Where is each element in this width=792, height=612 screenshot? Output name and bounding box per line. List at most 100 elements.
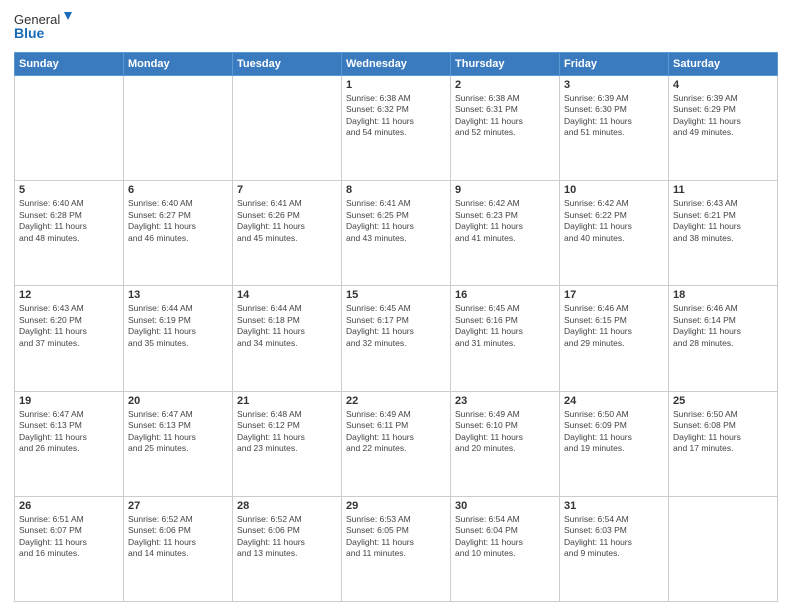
day-number: 23 bbox=[455, 395, 555, 407]
day-info: Sunrise: 6:52 AM Sunset: 6:06 PM Dayligh… bbox=[128, 514, 228, 560]
day-info: Sunrise: 6:40 AM Sunset: 6:28 PM Dayligh… bbox=[19, 198, 119, 244]
day-number: 17 bbox=[564, 289, 664, 301]
day-number: 4 bbox=[673, 79, 773, 91]
day-number: 26 bbox=[19, 500, 119, 512]
calendar-cell bbox=[124, 76, 233, 181]
day-info: Sunrise: 6:38 AM Sunset: 6:31 PM Dayligh… bbox=[455, 93, 555, 139]
day-info: Sunrise: 6:46 AM Sunset: 6:15 PM Dayligh… bbox=[564, 303, 664, 349]
calendar-cell: 3 Sunrise: 6:39 AM Sunset: 6:30 PM Daylig… bbox=[560, 76, 669, 181]
calendar-cell: 4 Sunrise: 6:39 AM Sunset: 6:29 PM Daylig… bbox=[669, 76, 778, 181]
calendar-cell: 1 Sunrise: 6:38 AM Sunset: 6:32 PM Daylig… bbox=[342, 76, 451, 181]
day-number: 12 bbox=[19, 289, 119, 301]
calendar-cell: 31 Sunrise: 6:54 AM Sunset: 6:03 PM Dayli… bbox=[560, 496, 669, 601]
day-number: 24 bbox=[564, 395, 664, 407]
day-info: Sunrise: 6:52 AM Sunset: 6:06 PM Dayligh… bbox=[237, 514, 337, 560]
day-number: 31 bbox=[564, 500, 664, 512]
calendar-cell bbox=[15, 76, 124, 181]
day-number: 16 bbox=[455, 289, 555, 301]
day-number: 28 bbox=[237, 500, 337, 512]
day-info: Sunrise: 6:40 AM Sunset: 6:27 PM Dayligh… bbox=[128, 198, 228, 244]
day-info: Sunrise: 6:46 AM Sunset: 6:14 PM Dayligh… bbox=[673, 303, 773, 349]
calendar-cell: 26 Sunrise: 6:51 AM Sunset: 6:07 PM Dayli… bbox=[15, 496, 124, 601]
day-info: Sunrise: 6:44 AM Sunset: 6:19 PM Dayligh… bbox=[128, 303, 228, 349]
weekday-header-friday: Friday bbox=[560, 53, 669, 76]
day-number: 30 bbox=[455, 500, 555, 512]
calendar-cell: 14 Sunrise: 6:44 AM Sunset: 6:18 PM Dayli… bbox=[233, 286, 342, 391]
calendar-cell: 6 Sunrise: 6:40 AM Sunset: 6:27 PM Daylig… bbox=[124, 181, 233, 286]
calendar-cell: 20 Sunrise: 6:47 AM Sunset: 6:13 PM Dayli… bbox=[124, 391, 233, 496]
weekday-header-sunday: Sunday bbox=[15, 53, 124, 76]
weekday-header-tuesday: Tuesday bbox=[233, 53, 342, 76]
calendar-cell: 5 Sunrise: 6:40 AM Sunset: 6:28 PM Daylig… bbox=[15, 181, 124, 286]
calendar-cell bbox=[669, 496, 778, 601]
day-number: 8 bbox=[346, 184, 446, 196]
day-number: 18 bbox=[673, 289, 773, 301]
day-number: 22 bbox=[346, 395, 446, 407]
calendar-cell: 21 Sunrise: 6:48 AM Sunset: 6:12 PM Dayli… bbox=[233, 391, 342, 496]
calendar-cell: 9Sunrise: 6:42 AM Sunset: 6:23 PM Daylig… bbox=[451, 181, 560, 286]
day-info: Sunrise: 6:47 AM Sunset: 6:13 PM Dayligh… bbox=[19, 409, 119, 455]
day-info: Sunrise: 6:49 AM Sunset: 6:11 PM Dayligh… bbox=[346, 409, 446, 455]
day-number: 1 bbox=[346, 79, 446, 91]
day-info: Sunrise: 6:53 AM Sunset: 6:05 PM Dayligh… bbox=[346, 514, 446, 560]
calendar-cell: 30 Sunrise: 6:54 AM Sunset: 6:04 PM Dayli… bbox=[451, 496, 560, 601]
calendar-cell: 17 Sunrise: 6:46 AM Sunset: 6:15 PM Dayli… bbox=[560, 286, 669, 391]
calendar-cell: 18 Sunrise: 6:46 AM Sunset: 6:14 PM Dayli… bbox=[669, 286, 778, 391]
day-number: 6 bbox=[128, 184, 228, 196]
day-number: 14 bbox=[237, 289, 337, 301]
day-info: Sunrise: 6:42 AM Sunset: 6:22 PM Dayligh… bbox=[564, 198, 664, 244]
day-number: 5 bbox=[19, 184, 119, 196]
calendar-cell: 16 Sunrise: 6:45 AM Sunset: 6:16 PM Dayli… bbox=[451, 286, 560, 391]
calendar-cell: 13 Sunrise: 6:44 AM Sunset: 6:19 PM Dayli… bbox=[124, 286, 233, 391]
calendar: SundayMondayTuesdayWednesdayThursdayFrid… bbox=[14, 52, 778, 602]
day-info: Sunrise: 6:50 AM Sunset: 6:08 PM Dayligh… bbox=[673, 409, 773, 455]
day-info: Sunrise: 6:47 AM Sunset: 6:13 PM Dayligh… bbox=[128, 409, 228, 455]
day-info: Sunrise: 6:49 AM Sunset: 6:10 PM Dayligh… bbox=[455, 409, 555, 455]
calendar-cell: 23 Sunrise: 6:49 AM Sunset: 6:10 PM Dayli… bbox=[451, 391, 560, 496]
day-info: Sunrise: 6:54 AM Sunset: 6:03 PM Dayligh… bbox=[564, 514, 664, 560]
calendar-cell: 15Sunrise: 6:45 AM Sunset: 6:17 PM Dayli… bbox=[342, 286, 451, 391]
day-number: 20 bbox=[128, 395, 228, 407]
day-number: 13 bbox=[128, 289, 228, 301]
calendar-cell: 29 Sunrise: 6:53 AM Sunset: 6:05 PM Dayli… bbox=[342, 496, 451, 601]
day-info: Sunrise: 6:39 AM Sunset: 6:29 PM Dayligh… bbox=[673, 93, 773, 139]
day-number: 3 bbox=[564, 79, 664, 91]
calendar-cell: 7 Sunrise: 6:41 AM Sunset: 6:26 PM Daylig… bbox=[233, 181, 342, 286]
day-number: 29 bbox=[346, 500, 446, 512]
calendar-cell: 12Sunrise: 6:43 AM Sunset: 6:20 PM Dayli… bbox=[15, 286, 124, 391]
day-info: Sunrise: 6:38 AM Sunset: 6:32 PM Dayligh… bbox=[346, 93, 446, 139]
weekday-header-saturday: Saturday bbox=[669, 53, 778, 76]
weekday-header-wednesday: Wednesday bbox=[342, 53, 451, 76]
calendar-cell: 24 Sunrise: 6:50 AM Sunset: 6:09 PM Dayli… bbox=[560, 391, 669, 496]
day-info: Sunrise: 6:51 AM Sunset: 6:07 PM Dayligh… bbox=[19, 514, 119, 560]
weekday-header-thursday: Thursday bbox=[451, 53, 560, 76]
calendar-cell: 27 Sunrise: 6:52 AM Sunset: 6:06 PM Dayli… bbox=[124, 496, 233, 601]
day-info: Sunrise: 6:44 AM Sunset: 6:18 PM Dayligh… bbox=[237, 303, 337, 349]
calendar-cell: 2 Sunrise: 6:38 AM Sunset: 6:31 PM Daylig… bbox=[451, 76, 560, 181]
calendar-cell: 25 Sunrise: 6:50 AM Sunset: 6:08 PM Dayli… bbox=[669, 391, 778, 496]
day-info: Sunrise: 6:42 AM Sunset: 6:23 PM Dayligh… bbox=[455, 198, 555, 244]
day-info: Sunrise: 6:48 AM Sunset: 6:12 PM Dayligh… bbox=[237, 409, 337, 455]
day-number: 7 bbox=[237, 184, 337, 196]
day-info: Sunrise: 6:41 AM Sunset: 6:26 PM Dayligh… bbox=[237, 198, 337, 244]
calendar-cell bbox=[233, 76, 342, 181]
day-info: Sunrise: 6:45 AM Sunset: 6:16 PM Dayligh… bbox=[455, 303, 555, 349]
calendar-cell: 28 Sunrise: 6:52 AM Sunset: 6:06 PM Dayli… bbox=[233, 496, 342, 601]
weekday-header-monday: Monday bbox=[124, 53, 233, 76]
day-info: Sunrise: 6:43 AM Sunset: 6:21 PM Dayligh… bbox=[673, 198, 773, 244]
calendar-cell: 10 Sunrise: 6:42 AM Sunset: 6:22 PM Dayli… bbox=[560, 181, 669, 286]
day-info: Sunrise: 6:45 AM Sunset: 6:17 PM Dayligh… bbox=[346, 303, 446, 349]
calendar-cell: 11Sunrise: 6:43 AM Sunset: 6:21 PM Dayli… bbox=[669, 181, 778, 286]
day-info: Sunrise: 6:54 AM Sunset: 6:04 PM Dayligh… bbox=[455, 514, 555, 560]
day-number: 27 bbox=[128, 500, 228, 512]
logo: General Blue bbox=[14, 10, 74, 46]
day-info: Sunrise: 6:39 AM Sunset: 6:30 PM Dayligh… bbox=[564, 93, 664, 139]
day-info: Sunrise: 6:50 AM Sunset: 6:09 PM Dayligh… bbox=[564, 409, 664, 455]
day-number: 2 bbox=[455, 79, 555, 91]
day-number: 21 bbox=[237, 395, 337, 407]
svg-text:Blue: Blue bbox=[14, 25, 45, 41]
calendar-cell: 19Sunrise: 6:47 AM Sunset: 6:13 PM Dayli… bbox=[15, 391, 124, 496]
day-number: 10 bbox=[564, 184, 664, 196]
calendar-cell: 22 Sunrise: 6:49 AM Sunset: 6:11 PM Dayli… bbox=[342, 391, 451, 496]
day-number: 25 bbox=[673, 395, 773, 407]
